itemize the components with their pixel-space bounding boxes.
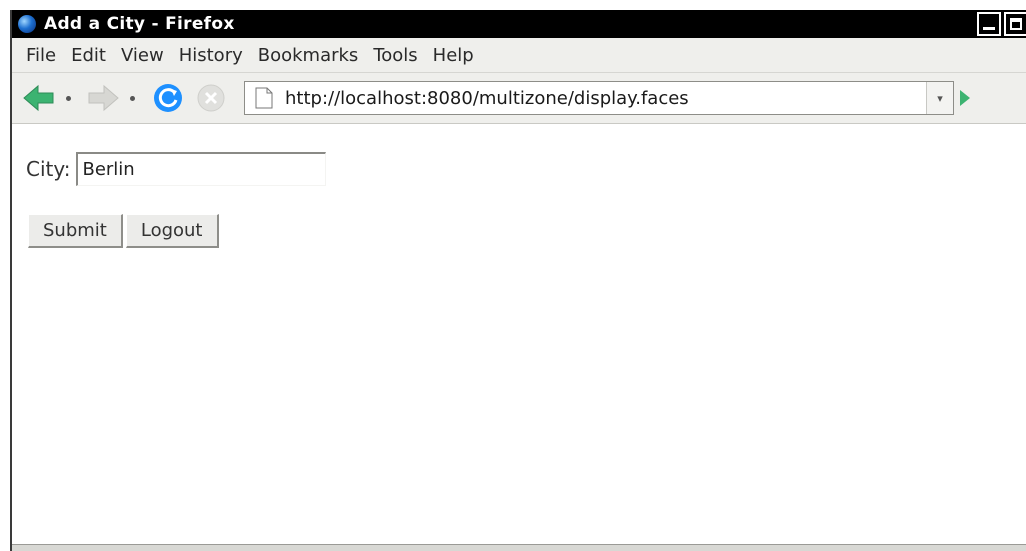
city-input[interactable]: [76, 152, 327, 186]
form-buttons: Submit Logout: [28, 214, 222, 248]
minimize-icon[interactable]: [977, 12, 1001, 36]
status-bar: [12, 544, 1026, 551]
menu-file[interactable]: File: [26, 45, 56, 66]
submit-button[interactable]: Submit: [28, 214, 123, 248]
page-icon: [255, 87, 273, 109]
go-icon[interactable]: [958, 88, 972, 108]
city-label: City:: [26, 157, 71, 181]
menu-edit[interactable]: Edit: [71, 45, 106, 66]
navigation-toolbar: http://localhost:8080/multizone/display.…: [12, 73, 1026, 124]
back-history-dropdown-icon[interactable]: [62, 83, 74, 113]
maximize-icon[interactable]: [1004, 12, 1026, 36]
back-icon[interactable]: [22, 83, 56, 113]
window-controls: [974, 12, 1026, 36]
stop-icon[interactable]: [196, 83, 226, 113]
address-bar[interactable]: http://localhost:8080/multizone/display.…: [244, 81, 954, 115]
menu-bar: File Edit View History Bookmarks Tools H…: [12, 38, 1026, 73]
forward-history-dropdown-icon[interactable]: [126, 83, 138, 113]
browser-window: Add a City - Firefox File Edit View Hist…: [10, 10, 1026, 551]
logout-button[interactable]: Logout: [125, 214, 219, 248]
menu-view[interactable]: View: [121, 45, 164, 66]
url-history-dropdown-icon[interactable]: ▾: [926, 82, 953, 114]
forward-icon[interactable]: [86, 83, 120, 113]
url-text[interactable]: http://localhost:8080/multizone/display.…: [285, 88, 926, 109]
reload-icon[interactable]: [152, 82, 184, 114]
menu-tools[interactable]: Tools: [373, 45, 417, 66]
menu-help[interactable]: Help: [433, 45, 474, 66]
menu-bookmarks[interactable]: Bookmarks: [258, 45, 359, 66]
city-row: City:: [26, 152, 327, 186]
window-title: Add a City - Firefox: [44, 14, 235, 34]
firefox-icon: [18, 15, 36, 33]
page-content: City: Submit Logout: [12, 124, 1026, 534]
title-bar: Add a City - Firefox: [12, 10, 1026, 38]
menu-history[interactable]: History: [179, 45, 243, 66]
